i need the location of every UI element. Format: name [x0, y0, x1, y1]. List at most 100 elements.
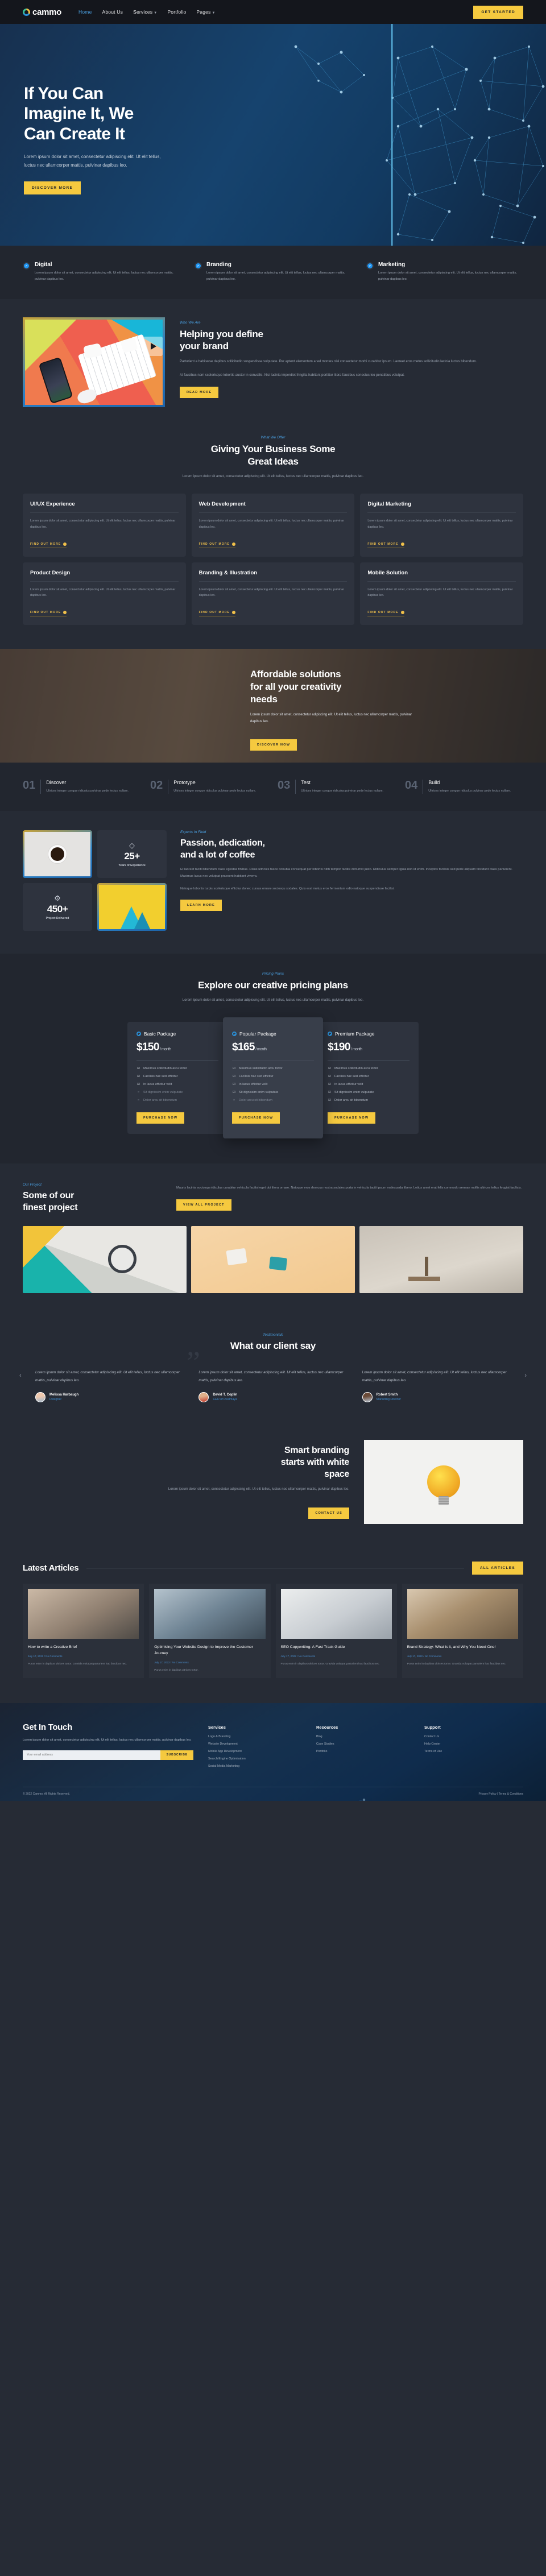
article-excerpt: Purus enim in dapibus ultrices tortor. G… [407, 1662, 506, 1666]
footer-link[interactable]: Social Media Marketing [208, 1765, 307, 1768]
pricing-feature-label: Dolor arcu sit bibendum [334, 1099, 369, 1103]
find-out-more-link[interactable]: FIND OUT MORE [30, 610, 67, 616]
about-read-more-button[interactable]: READ MORE [180, 386, 219, 398]
pricing-feature-label: Dolor arcu sit bibendum [143, 1099, 177, 1103]
service-card-title: Mobile Solution [367, 570, 516, 582]
nav-item-home[interactable]: Home [78, 9, 92, 15]
legal-links[interactable]: Privacy Policy | Terms & Conditions [479, 1792, 523, 1796]
feature-body: Marketing Lorem ipsum dolor sit amet, con… [378, 262, 523, 282]
stat-experience: ◇ 25+ Years of Experience [97, 830, 167, 879]
step-number: 03 [278, 778, 291, 792]
footer-link[interactable]: Case Studies [316, 1742, 415, 1746]
find-out-more-link[interactable]: FIND OUT MORE [367, 542, 404, 548]
check-circle-icon: ✔ [195, 262, 202, 270]
feature-item: ✔ Marketing Lorem ipsum dolor sit amet, co… [366, 262, 523, 282]
logo[interactable]: cammo [23, 7, 61, 17]
phone-graphic [38, 357, 73, 404]
footer-link[interactable]: Search Engine Optimisation [208, 1757, 307, 1761]
projects-grid [23, 1226, 523, 1294]
banner-title-line1: Affordable solutions [250, 668, 341, 680]
email-input[interactable] [23, 1750, 161, 1760]
offer-eyebrow: What We Offer [260, 436, 286, 440]
service-card[interactable]: UI/UX Experience Lorem ipsum dolor sit am… [23, 494, 186, 557]
footer-link[interactable]: Website Development [208, 1742, 307, 1746]
experts-section: ◇ 25+ Years of Experience ⚙ 450+ Project… [0, 811, 546, 954]
carousel-next-icon[interactable]: › [524, 1372, 527, 1379]
testimonial-name: Melissa Harbaugh [49, 1393, 79, 1397]
projects-title: Some of our finest project [23, 1190, 159, 1214]
pricing-feature-label: In lacus efficitur velit [143, 1083, 172, 1087]
hero-discover-button[interactable]: DISCOVER MORE [24, 181, 81, 194]
service-card[interactable]: Web Development Lorem ipsum dolor sit ame… [191, 494, 355, 557]
testimonial-author: Melissa Harbaugh Designer [35, 1391, 184, 1402]
divider [136, 1060, 218, 1061]
pricing-period: / month [350, 1047, 362, 1052]
check-mark: ✔ [196, 263, 201, 268]
experts-learn-more-button[interactable]: LEARN MORE [180, 900, 222, 912]
footer-link[interactable]: Contact Us [424, 1735, 523, 1738]
article-card[interactable]: Brand Strategy: What is it, and Why You … [402, 1583, 523, 1678]
step-number: 01 [23, 778, 36, 792]
project-thumb[interactable] [191, 1226, 355, 1294]
footer-link[interactable]: Terms of Use [424, 1750, 523, 1753]
project-thumb[interactable] [359, 1226, 523, 1294]
find-out-more-link[interactable]: FIND OUT MORE [30, 542, 67, 548]
carousel-prev-icon[interactable]: ‹ [19, 1372, 22, 1379]
service-card[interactable]: Product Design Lorem ipsum dolor sit amet… [23, 562, 186, 625]
nav-item-services[interactable]: Services ▼ [133, 9, 157, 15]
play-icon[interactable] [143, 337, 163, 357]
pricing-period: / month [254, 1047, 267, 1052]
pricing-subtitle: Lorem ipsum dolor sit amet, consectetur … [182, 999, 364, 1003]
testimonial-author-info: Melissa Harbaugh Designer [49, 1393, 78, 1401]
nav-item-about-us[interactable]: About Us [102, 9, 123, 15]
footer-body: Lorem ipsum dolor sit amet, consectetur … [23, 1738, 192, 1742]
about-title-line1: Helping you define [180, 329, 263, 340]
pricing-plan-name: Basic Package [144, 1031, 176, 1037]
purchase-now-button[interactable]: PURCHASE NOW [232, 1112, 280, 1124]
smart-contact-button[interactable]: CONTACT US [308, 1507, 349, 1519]
all-articles-button[interactable]: ALL ARTICLES [471, 1561, 523, 1575]
check-mark: ✔ [367, 263, 373, 268]
article-card[interactable]: SEO Copywriting: A Fast Track Guide July … [275, 1583, 397, 1678]
get-started-button[interactable]: GET STARTED [473, 5, 523, 19]
find-out-more-link[interactable]: FIND OUT MORE [367, 610, 404, 616]
find-out-more-link[interactable]: FIND OUT MORE [198, 610, 235, 616]
step-number: 04 [405, 778, 418, 792]
find-out-more-link[interactable]: FIND OUT MORE [198, 542, 235, 548]
footer-link[interactable]: Logo & Branding [208, 1735, 307, 1738]
features-row: ✔ Digital Lorem ipsum dolor sit amet, cons… [23, 262, 523, 282]
check-box-icon: ☑ [232, 1083, 235, 1087]
subscribe-button[interactable]: SUBSCRIBE [160, 1750, 193, 1760]
purchase-now-button[interactable]: PURCHASE NOW [328, 1112, 376, 1124]
footer-link[interactable]: Help Center [424, 1742, 523, 1746]
arrow-circle-icon [400, 542, 404, 546]
footer-link[interactable]: Portfolio [316, 1750, 415, 1753]
footer-link[interactable]: Mobile App Development [208, 1750, 307, 1753]
site-footer: Get In Touch Lorem ipsum dolor sit amet,… [0, 1703, 546, 1801]
smart-body: Lorem ipsum dolor sit amet, consectetur … [168, 1488, 349, 1492]
testimonial-author: Robert Smith Marketing Director [362, 1391, 511, 1402]
article-card[interactable]: How to write a Creative Brief July 17, 20… [23, 1583, 144, 1678]
purchase-now-button[interactable]: PURCHASE NOW [136, 1112, 185, 1124]
stat-projects-label: Project Delivered [46, 916, 69, 920]
nav-item-portfolio[interactable]: Portfolio [167, 9, 186, 15]
nav-item-pages[interactable]: Pages ▼ [196, 9, 215, 15]
experts-title-line2: and a lot of coffee [180, 850, 255, 860]
pricing-plan-name: Popular Package [239, 1031, 276, 1037]
article-card[interactable]: Optimising Your Website Design to Improv… [149, 1583, 271, 1678]
service-card[interactable]: Digital Marketing Lorem ipsum dolor sit a… [360, 494, 523, 557]
article-title: Optimising Your Website Design to Improv… [154, 1645, 253, 1655]
service-card[interactable]: Branding & Illustration Lorem ipsum dolor… [191, 562, 355, 625]
footer-link[interactable]: Blog [316, 1735, 415, 1738]
view-all-projects-button[interactable]: VIEW ALL PROJECT [176, 1199, 231, 1211]
article-title: How to write a Creative Brief [28, 1645, 77, 1649]
feature-item: ✔ Branding Lorem ipsum dolor sit amet, con… [195, 262, 351, 282]
banner-discover-button[interactable]: DISCOVER NOW [250, 739, 297, 751]
hero-section: If You Can Imagine It, We Can Create It … [0, 24, 546, 246]
projects-body: Mauris lacinia sociosqu ridiculus curabi… [176, 1186, 522, 1190]
testimonial-author: David T. Coplin CEO of Realmaya [198, 1391, 347, 1402]
project-thumb[interactable] [23, 1226, 187, 1294]
smart-branding-section: Smart branding starts with white space L… [0, 1428, 546, 1547]
pricing-feature: ☑ In lacus efficitur velit [328, 1083, 410, 1086]
service-card[interactable]: Mobile Solution Lorem ipsum dolor sit ame… [360, 562, 523, 625]
